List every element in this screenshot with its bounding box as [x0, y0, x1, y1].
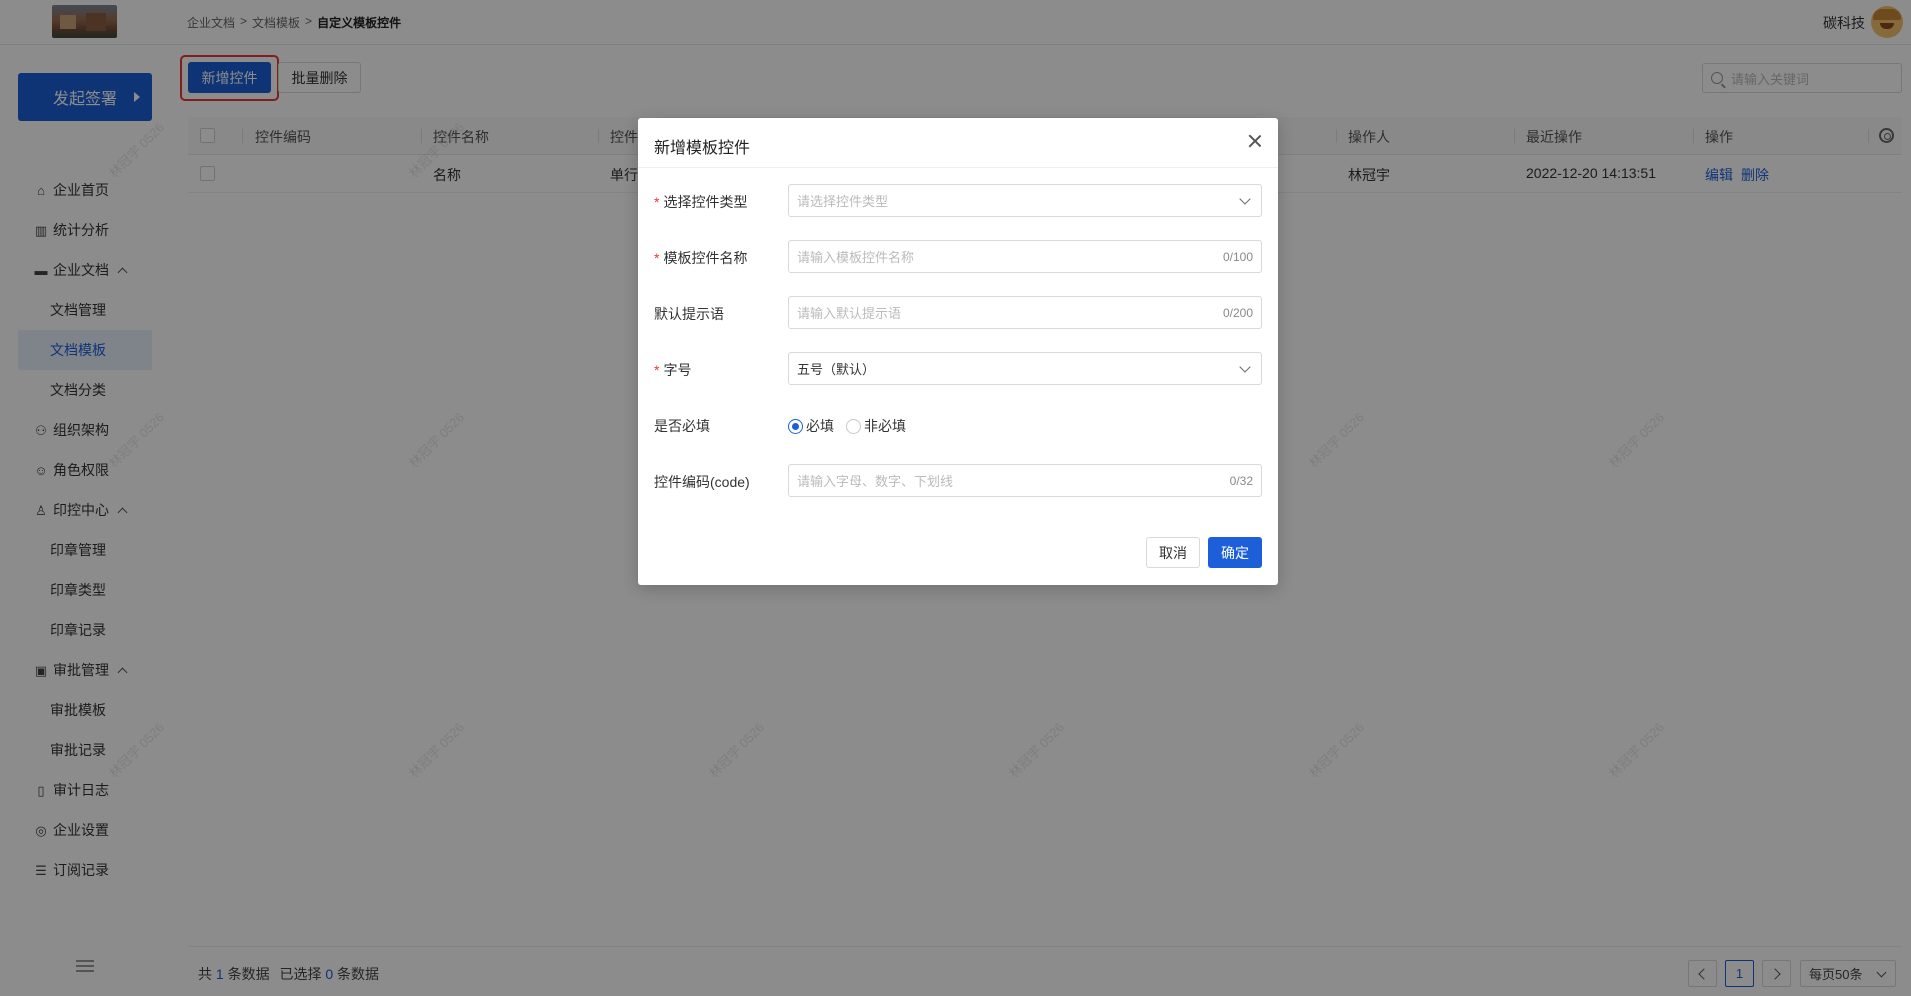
control-code-input[interactable]: 请输入字母、数字、下划线 0/32 — [788, 464, 1262, 497]
select-placeholder: 请选择控件类型 — [797, 194, 889, 209]
input-placeholder: 请输入默认提示语 — [797, 306, 902, 321]
select-value: 五号（默认） — [797, 362, 876, 377]
field-label: * 模板控件名称 — [654, 248, 747, 268]
form-row-name: * 模板控件名称 请输入模板控件名称 0/100 — [638, 240, 1278, 273]
form-row-mandatory: 是否必填 必填 非必填 — [638, 408, 1278, 441]
close-icon[interactable] — [1248, 134, 1262, 148]
field-label: * 选择控件类型 — [654, 192, 747, 212]
chevron-down-icon — [1239, 193, 1251, 205]
field-label: 是否必填 — [654, 418, 710, 434]
field-label-text: 字号 — [663, 362, 692, 378]
control-type-select[interactable]: 请选择控件类型 — [788, 184, 1262, 217]
char-counter: 0/200 — [1222, 306, 1253, 320]
radio-optional[interactable]: 非必填 — [846, 416, 906, 436]
field-label: 默认提示语 — [654, 306, 724, 322]
confirm-button[interactable]: 确定 — [1208, 537, 1262, 568]
form-row-hint: 默认提示语 请输入默认提示语 0/200 — [638, 296, 1278, 329]
cancel-button[interactable]: 取消 — [1146, 537, 1200, 568]
mandatory-radio-group: 必填 非必填 — [788, 416, 918, 436]
field-label: 控件编码(code) — [654, 474, 750, 490]
radio-unchecked-icon — [846, 418, 861, 434]
char-counter: 0/100 — [1222, 250, 1253, 264]
font-size-select[interactable]: 五号（默认） — [788, 352, 1262, 385]
field-label-text: 模板控件名称 — [663, 250, 748, 266]
radio-label: 非必填 — [864, 418, 906, 434]
form-row-type: * 选择控件类型 请选择控件类型 — [638, 184, 1278, 217]
radio-checked-icon — [788, 418, 803, 434]
chevron-down-icon — [1239, 361, 1251, 373]
input-placeholder: 请输入模板控件名称 — [797, 250, 915, 265]
control-name-input[interactable]: 请输入模板控件名称 0/100 — [788, 240, 1262, 273]
field-label: * 字号 — [654, 360, 691, 380]
required-mark: * — [654, 194, 660, 210]
dialog-title: 新增模板控件 — [654, 140, 751, 157]
field-label-text: 选择控件类型 — [663, 194, 748, 210]
form-row-code: 控件编码(code) 请输入字母、数字、下划线 0/32 — [638, 464, 1278, 497]
default-hint-input[interactable]: 请输入默认提示语 0/200 — [788, 296, 1262, 329]
form-row-font-size: * 字号 五号（默认） — [638, 352, 1278, 385]
char-counter: 0/32 — [1229, 474, 1253, 488]
required-mark: * — [654, 250, 660, 266]
input-placeholder: 请输入字母、数字、下划线 — [797, 474, 954, 489]
required-mark: * — [654, 362, 660, 378]
radio-required[interactable]: 必填 — [788, 416, 834, 436]
dialog-header: 新增模板控件 — [638, 118, 1278, 168]
radio-label: 必填 — [806, 418, 834, 434]
add-template-control-dialog: 新增模板控件 * 选择控件类型 请选择控件类型 * 模板控件名称 请输入模板控件名称… — [638, 118, 1278, 585]
